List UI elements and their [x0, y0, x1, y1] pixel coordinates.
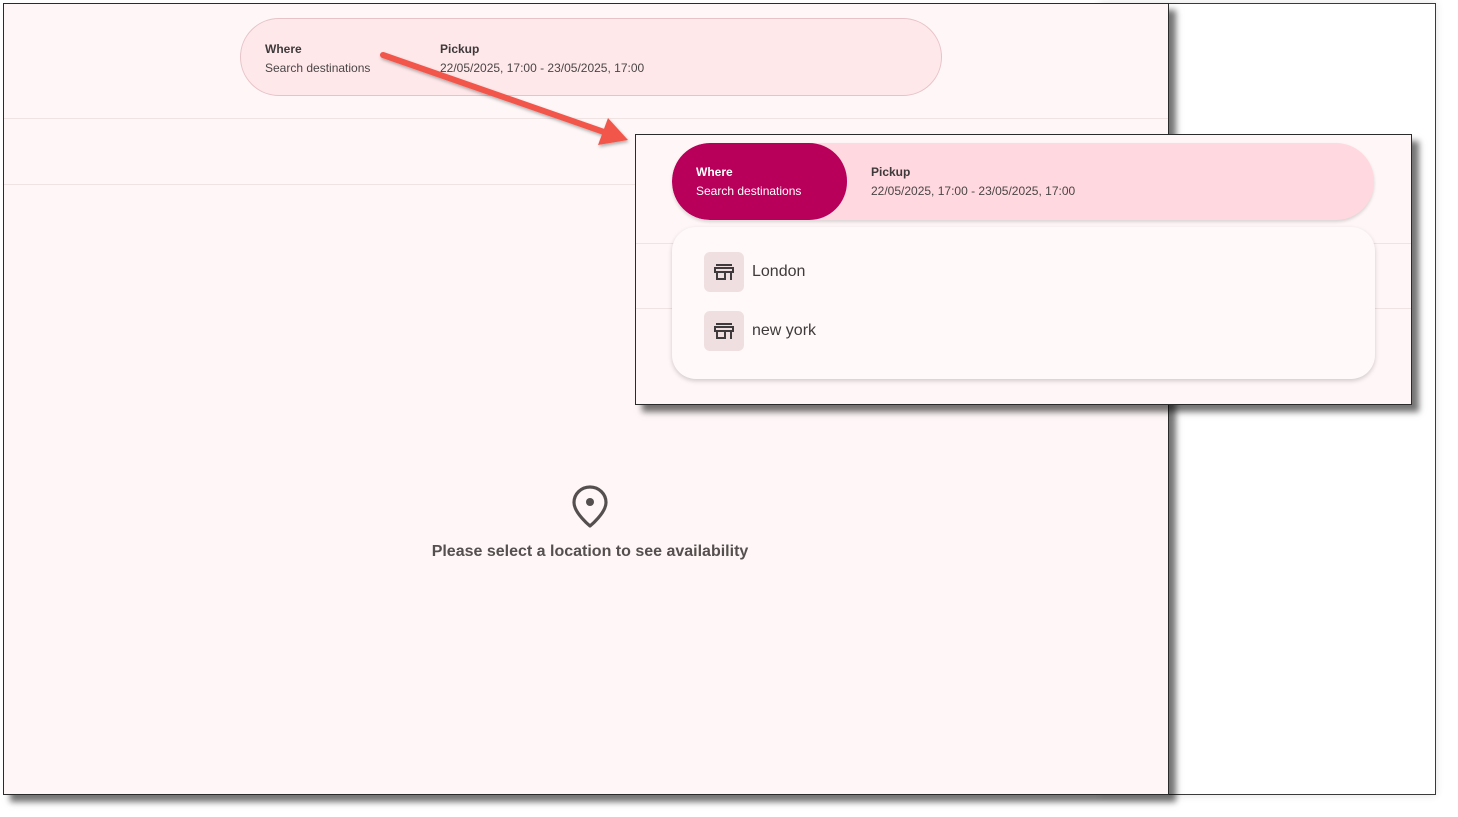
- store-icon: [714, 323, 734, 339]
- pickup-field[interactable]: Pickup 22/05/2025, 17:00 - 23/05/2025, 1…: [440, 42, 644, 118]
- where-value: Search destinations: [265, 61, 371, 75]
- dropdown-item-new-york[interactable]: new york: [704, 311, 816, 351]
- store-icon: [714, 264, 734, 280]
- where-field[interactable]: Where Search destinations: [265, 42, 370, 118]
- popup-where-field[interactable]: Where Search destinations: [696, 165, 801, 220]
- popup-where-label: Where: [696, 165, 733, 179]
- popup-pickup-field[interactable]: Pickup 22/05/2025, 17:00 - 23/05/2025, 1…: [871, 165, 1075, 220]
- destination-dropdown: London new york: [672, 227, 1375, 379]
- store-icon-box: [704, 252, 744, 292]
- search-bar[interactable]: Where Search destinations Pickup 22/05/2…: [240, 18, 942, 96]
- popup-pickup-label: Pickup: [871, 165, 911, 179]
- empty-state: Please select a location to see availabi…: [4, 484, 1168, 561]
- where-label: Where: [265, 42, 302, 56]
- store-icon-box: [704, 311, 744, 351]
- popup-where-value: Search destinations: [696, 184, 802, 198]
- popup-screenshot: Where Search destinations Pickup 22/05/2…: [635, 134, 1412, 405]
- dropdown-item-london[interactable]: London: [704, 252, 805, 292]
- where-field-active[interactable]: Where Search destinations: [672, 143, 847, 220]
- pickup-label: Pickup: [440, 42, 480, 56]
- empty-state-message: Please select a location to see availabi…: [431, 543, 749, 560]
- popup-pickup-value: 22/05/2025, 17:00 - 23/05/2025, 17:00: [871, 184, 1076, 198]
- dropdown-item-label: London: [752, 263, 806, 280]
- location-pin-icon: [572, 485, 608, 528]
- dropdown-item-label: new york: [752, 322, 817, 339]
- pickup-value: 22/05/2025, 17:00 - 23/05/2025, 17:00: [440, 61, 645, 75]
- header-divider: [4, 118, 1168, 119]
- popup-search-bar[interactable]: Where Search destinations Pickup 22/05/2…: [672, 143, 1374, 220]
